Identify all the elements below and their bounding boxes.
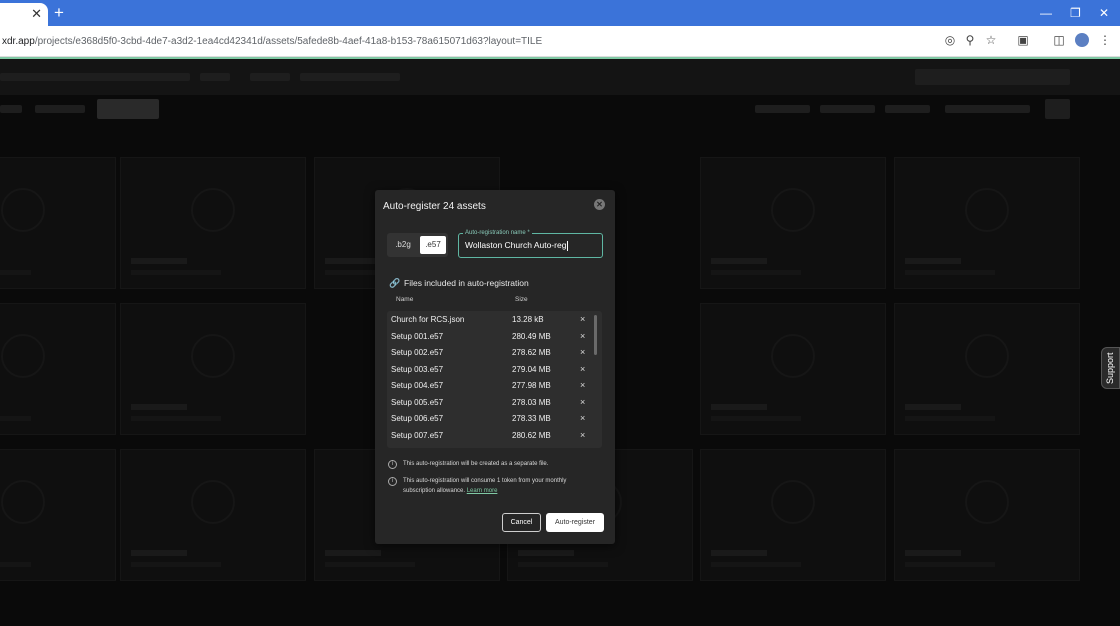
- file-name: Setup 004.e57: [391, 381, 444, 390]
- info-icon: i: [388, 460, 397, 469]
- auto-register-dialog: Auto-register 24 assets ✕ .b2g .e57 Woll…: [375, 190, 615, 544]
- file-name: Setup 005.e57: [391, 397, 444, 407]
- remove-file-icon[interactable]: ×: [580, 430, 585, 440]
- file-row: Setup 001.e57 280.49 MB ×: [387, 328, 595, 345]
- asset-card[interactable]: [120, 303, 306, 435]
- remove-file-icon[interactable]: ×: [580, 397, 585, 407]
- app-header: [0, 59, 1120, 95]
- auto-register-button[interactable]: Auto-register: [546, 513, 604, 532]
- file-list-scrollbar[interactable]: [594, 315, 597, 355]
- file-name: Setup 001.e57: [391, 331, 444, 341]
- file-size: 280.62 MB: [512, 430, 551, 440]
- file-size: 278.03 MB: [512, 397, 551, 407]
- window-close-button[interactable]: ✕: [1099, 5, 1109, 21]
- info-token-usage: i This auto-registration will consume 1 …: [388, 476, 588, 496]
- dialog-title: Auto-register 24 assets: [383, 201, 486, 212]
- url-host: xdr.app: [2, 36, 35, 47]
- asset-card[interactable]: [0, 449, 116, 581]
- file-size: 278.33 MB: [512, 414, 551, 423]
- support-tab[interactable]: Support: [1101, 347, 1120, 389]
- file-size: 277.98 MB: [512, 381, 551, 390]
- asset-card[interactable]: [700, 449, 886, 581]
- address-bar[interactable]: xdr.app/projects/e368d5f0-3cbd-4de7-a3d2…: [2, 36, 542, 47]
- new-tab-button[interactable]: +: [54, 4, 64, 21]
- extensions-icon[interactable]: ▣: [1016, 33, 1030, 47]
- learn-more-link[interactable]: Learn more: [467, 488, 498, 494]
- format-option-e57[interactable]: .e57: [420, 236, 446, 254]
- asset-card[interactable]: [894, 157, 1080, 289]
- url-path: /projects/e368d5f0-3cbd-4de7-a3d2-1ea4cd…: [34, 36, 543, 47]
- asset-card[interactable]: [894, 303, 1080, 435]
- asset-card[interactable]: [894, 449, 1080, 581]
- file-size: 13.28 kB: [512, 315, 544, 324]
- asset-card[interactable]: [700, 157, 886, 289]
- minimize-button[interactable]: —: [1040, 5, 1052, 21]
- browser-tab[interactable]: ✕: [0, 3, 48, 26]
- side-panel-icon[interactable]: ◫: [1052, 33, 1066, 47]
- asset-card[interactable]: [700, 303, 886, 435]
- location-icon[interactable]: ◎: [943, 33, 957, 47]
- info-icon: i: [388, 477, 397, 486]
- asset-card[interactable]: [120, 449, 306, 581]
- file-name: Setup 002.e57: [391, 348, 444, 357]
- registration-name-label: Auto-registration name *: [463, 230, 532, 237]
- file-size: 280.49 MB: [512, 331, 551, 341]
- remove-file-icon[interactable]: ×: [580, 413, 585, 423]
- text-caret: [567, 240, 569, 251]
- file-name: Setup 007.e57: [391, 430, 444, 440]
- file-row: Setup 002.e57 278.62 MB ×: [387, 344, 595, 361]
- file-name: Church for RCS.json: [391, 315, 465, 324]
- files-heading: 🔗 Files included in auto-registration: [389, 278, 529, 288]
- registration-name-value: Wollaston Church Auto-reg: [465, 240, 567, 250]
- close-icon[interactable]: ✕: [594, 199, 605, 210]
- remove-file-icon[interactable]: ×: [580, 380, 585, 390]
- remove-file-icon[interactable]: ×: [580, 331, 585, 341]
- format-option-b2g[interactable]: .b2g: [390, 236, 416, 254]
- profile-icon[interactable]: [1075, 33, 1089, 47]
- file-name: Setup 003.e57: [391, 364, 444, 374]
- file-row: Setup 007.e57 280.62 MB ×: [387, 427, 595, 444]
- file-row: Setup 006.e57 278.33 MB ×: [387, 410, 595, 427]
- column-header-name: Name: [396, 296, 414, 303]
- file-row: Setup 004.e57 277.98 MB ×: [387, 377, 595, 394]
- support-label: Support: [1105, 352, 1115, 384]
- link-icon: 🔗: [389, 278, 401, 288]
- files-heading-text: Files included in auto-registration: [404, 278, 529, 288]
- cancel-button[interactable]: Cancel: [502, 513, 541, 532]
- file-row: Setup 003.e57 279.04 MB ×: [387, 361, 595, 378]
- info-separate-file: i This auto-registration will be created…: [388, 459, 548, 469]
- menu-icon[interactable]: ⋮: [1098, 33, 1112, 47]
- asset-card[interactable]: [120, 157, 306, 289]
- file-size: 279.04 MB: [512, 364, 551, 374]
- file-row: Church for RCS.json 13.28 kB ×: [387, 311, 595, 328]
- remove-file-icon[interactable]: ×: [580, 314, 585, 324]
- column-header-size: Size: [515, 296, 528, 303]
- remove-file-icon[interactable]: ×: [580, 347, 585, 357]
- restore-button[interactable]: ❐: [1070, 5, 1081, 21]
- browser-toolbar: xdr.app/projects/e368d5f0-3cbd-4de7-a3d2…: [0, 26, 1120, 57]
- tab-close-icon[interactable]: ✕: [31, 6, 42, 22]
- file-row: Setup 005.e57 278.03 MB ×: [387, 394, 595, 411]
- asset-card[interactable]: [0, 157, 116, 289]
- file-size: 278.62 MB: [512, 348, 551, 357]
- zoom-icon[interactable]: ⚲: [963, 33, 977, 47]
- file-list[interactable]: Church for RCS.json 13.28 kB × Setup 001…: [387, 311, 602, 448]
- asset-card[interactable]: [0, 303, 116, 435]
- format-toggle: .b2g .e57: [387, 233, 448, 257]
- remove-file-icon[interactable]: ×: [580, 364, 585, 374]
- file-name: Setup 006.e57: [391, 414, 444, 423]
- browser-tab-bar: ✕ + — ❐ ✕: [0, 0, 1120, 26]
- star-icon[interactable]: ☆: [984, 33, 998, 47]
- info-text: This auto-registration will be created a…: [403, 461, 549, 467]
